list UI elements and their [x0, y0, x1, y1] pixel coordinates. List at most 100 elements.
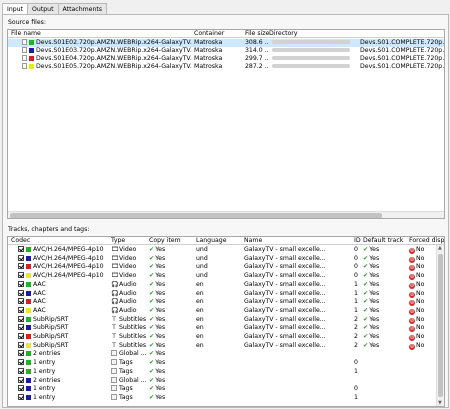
col-file-name[interactable]: File name [11, 30, 41, 38]
tab-output[interactable]: Output [27, 3, 59, 14]
file-name: Devs.S01E02.720p.AMZN.WEBRip.x264-Galaxy… [36, 39, 192, 46]
track-checkbox[interactable] [18, 306, 24, 313]
track-row[interactable]: 2 entries Global ... ✔Yes [8, 376, 444, 385]
track-checkbox[interactable] [18, 376, 24, 383]
track-checkbox[interactable] [18, 324, 24, 331]
track-checkbox[interactable] [18, 393, 24, 400]
file-icon [22, 63, 27, 69]
track-row[interactable]: AVC/H.264/MPEG-4p10 🎞Video ✔Yes und GalaxyTV… [8, 272, 444, 281]
track-checkbox[interactable] [18, 359, 24, 366]
track-checkbox[interactable] [18, 341, 24, 348]
file-icon [22, 55, 27, 61]
film-icon: 🎞 [111, 254, 119, 262]
tracks-vscroll[interactable]: ▲ ▼ [436, 245, 444, 406]
check-icon: ✔ [363, 280, 369, 288]
check-icon: ✔ [363, 298, 369, 306]
track-type: Subtitles [119, 315, 147, 323]
col-type[interactable]: Type [111, 237, 125, 245]
track-row[interactable]: 2 entries Global ... ✔Yes [8, 350, 444, 358]
track-codec: 1 entry [33, 393, 56, 401]
track-default: Yes [369, 263, 380, 271]
col-file-size[interactable]: File size [245, 30, 269, 38]
track-row[interactable]: AAC 🎧Audio ✔Yes en GalaxyTV - small excelle.… [8, 289, 444, 298]
check-icon: ✔ [363, 289, 369, 297]
track-row[interactable]: SubRip/SRT T Subtitles ✔Yes en GalaxyTV - sma… [8, 324, 444, 333]
col-default-track[interactable]: Default track [363, 237, 403, 245]
track-language: en [196, 324, 204, 332]
track-row[interactable]: 1 entry Tags ✔Yes 1 [8, 393, 444, 402]
col-name[interactable]: Name [244, 237, 262, 245]
track-row[interactable]: AVC/H.264/MPEG-4p10 🎞Video ✔Yes und GalaxyTV… [8, 263, 444, 272]
track-checkbox[interactable] [18, 298, 24, 305]
track-language: en [196, 280, 204, 288]
track-checkbox[interactable] [18, 289, 24, 296]
col-directory[interactable]: Directory [269, 30, 298, 38]
track-checkbox[interactable] [18, 385, 24, 392]
tracks-table: Codec Type Copy item Language Name ID De… [7, 236, 445, 407]
track-row[interactable]: 1 entry Tags ✔Yes 0 [8, 359, 444, 367]
track-row[interactable]: SubRip/SRT T Subtitles ✔Yes en GalaxyTV - sma… [8, 315, 444, 324]
file-row[interactable]: Devs.S01E03.720p.AMZN.WEBRip.x264-Galaxy… [8, 47, 444, 55]
file-row[interactable]: Devs.S01E02.720p.AMZN.WEBRip.x264-Galaxy… [8, 39, 444, 47]
source-files-header: File name Container File size Directory [8, 30, 444, 38]
check-icon: ✔ [149, 254, 155, 262]
file-size: 299.7 ... [245, 55, 269, 62]
track-type: Subtitles [119, 333, 147, 340]
col-codec[interactable]: Codec [11, 237, 30, 245]
col-id[interactable]: ID [354, 237, 361, 245]
scroll-up-icon[interactable]: ▲ [438, 245, 442, 251]
track-forced: No [416, 280, 425, 288]
track-checkbox[interactable] [18, 263, 24, 270]
track-checkbox[interactable] [18, 246, 24, 252]
track-row[interactable]: AAC 🎧Audio ✔Yes en GalaxyTV - small excelle.… [8, 306, 444, 315]
col-container[interactable]: Container [194, 30, 224, 38]
track-row[interactable]: SubRip/SRT T Subtitles ✔Yes en GalaxyTV - sma… [8, 341, 444, 350]
check-icon: ✔ [149, 246, 155, 253]
track-row[interactable]: 1 entry Tags ✔Yes 0 [8, 385, 444, 393]
track-checkbox[interactable] [18, 367, 24, 374]
track-language [196, 385, 242, 393]
track-name: GalaxyTV - small excelle... [244, 254, 326, 262]
track-id: 0 [354, 254, 358, 262]
source-files-label: Source files: [8, 19, 46, 26]
track-row[interactable]: AAC 🎧Audio ✔Yes en GalaxyTV - small excelle.… [8, 280, 444, 289]
track-checkbox[interactable] [18, 350, 24, 357]
track-color-swatch [26, 299, 31, 305]
check-icon: ✔ [363, 315, 369, 323]
track-color-swatch [26, 281, 31, 287]
track-checkbox[interactable] [18, 315, 24, 322]
subtitles-icon: T [112, 315, 116, 323]
track-checkbox[interactable] [18, 333, 24, 339]
track-checkbox[interactable] [18, 280, 24, 287]
col-forced-display[interactable]: Forced displ [409, 237, 444, 245]
track-row[interactable]: SubRip/SRT T Subtitles ✔Yes en GalaxyTV - sma… [8, 333, 444, 341]
film-icon: 🎞 [111, 263, 119, 271]
no-icon: ⊘ [409, 248, 415, 254]
file-row[interactable]: Devs.S01E04.720p.AMZN.WEBRip.x264-Galaxy… [8, 55, 444, 63]
track-forced: No [416, 246, 425, 253]
tags-icon [111, 376, 117, 383]
track-row[interactable]: AVC/H.264/MPEG-4p10 🎞Video ✔Yes und GalaxyTV… [8, 254, 444, 263]
file-color-swatch [29, 48, 34, 53]
scroll-down-icon[interactable]: ▼ [438, 400, 442, 406]
track-row[interactable]: AVC/H.264/MPEG-4p10 🎞Video ✔Yes und GalaxyTV… [8, 246, 444, 254]
col-language[interactable]: Language [196, 237, 227, 245]
track-forced: No [416, 341, 425, 349]
track-type: Global ... [119, 350, 147, 358]
file-container: Matroska [194, 63, 223, 70]
track-default: Yes [369, 254, 380, 262]
track-row[interactable]: 1 entry Tags ✔Yes 1 [8, 367, 444, 376]
track-row[interactable]: AAC 🎧Audio ✔Yes en GalaxyTV - small excelle.… [8, 298, 444, 307]
track-checkbox[interactable] [18, 272, 24, 279]
source-files-hscroll[interactable] [8, 211, 444, 218]
tab-attachments[interactable]: Attachments [57, 3, 108, 14]
col-copy-item[interactable]: Copy item [149, 237, 181, 245]
track-name [244, 368, 352, 376]
check-icon: ✔ [149, 306, 155, 314]
file-row[interactable]: Devs.S01E05.720p.AMZN.WEBRip.x264-Galaxy… [8, 63, 444, 71]
track-color-swatch [26, 394, 31, 400]
track-codec: AVC/H.264/MPEG-4p10 [33, 263, 104, 271]
track-checkbox[interactable] [18, 254, 24, 261]
tracks-vscroll-thumb[interactable] [438, 254, 443, 397]
check-icon: ✔ [363, 306, 369, 314]
